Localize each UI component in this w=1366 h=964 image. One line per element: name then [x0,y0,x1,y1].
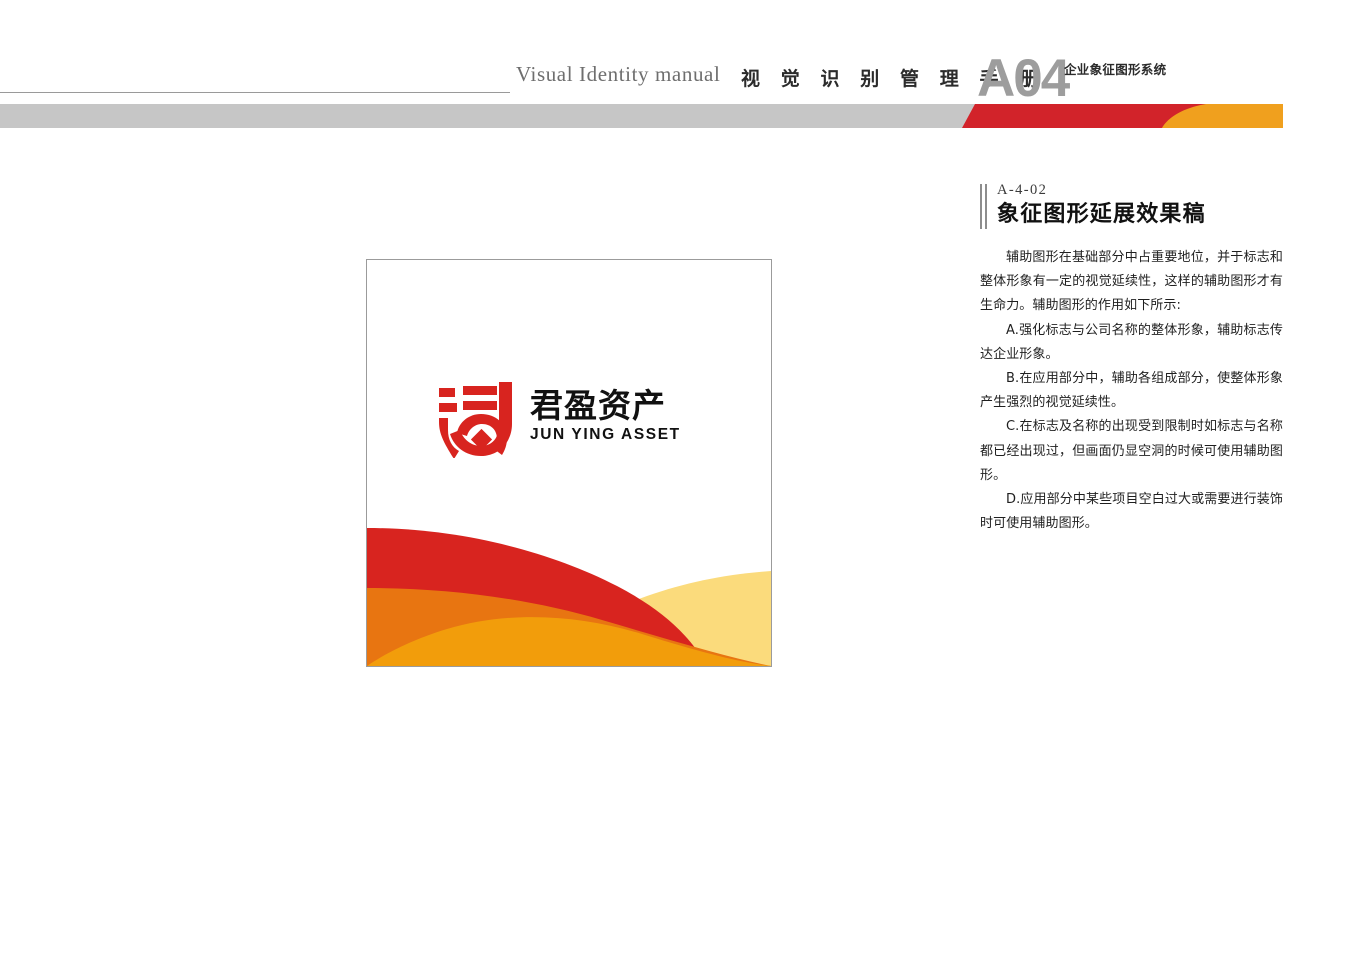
manual-title-english: Visual Identity manual [516,62,721,86]
section-code-subtitle: 企业象征图形系统 [1064,63,1167,77]
section-title: 象征图形延展效果稿 [997,202,1206,227]
section-code-large: A04 [977,49,1070,108]
body-paragraph: A.强化标志与公司名称的整体形象，辅助标志传达企业形象。 [980,322,1283,362]
logo-lockup: 君盈资产 JUN YING ASSET [437,380,699,458]
artwork-sample-card: 君盈资产 JUN YING ASSET [366,259,772,667]
body-paragraph: B.在应用部分中，辅助各组成部分，使整体形象产生强烈的视觉延续性。 [980,371,1283,411]
section-heading-block: A-4-02 象征图形延展效果稿 [980,182,1286,229]
body-paragraph: C.在标志及名称的出现受到限制时如标志与名称都已经出现过，但画面仍显空洞的时候可… [980,419,1283,483]
section-code-label: A-4-02 [997,182,1048,198]
page-header: Visual Identity manual 视 觉 识 别 管 理 手 册 A… [0,0,1366,140]
heading-accent-bar-inner [985,184,987,229]
logo-name-chinese: 君盈资产 [530,386,666,425]
band-gray-segment [0,104,1003,128]
section-info-panel: A-4-02 象征图形延展效果稿 辅助图形在基础部分中占重要地位，并于标志和整体… [980,182,1286,536]
logo-name-english: JUN YING ASSET [530,426,681,443]
logo-wordmark: 君盈资产 JUN YING ASSET [530,388,700,444]
body-paragraph: 辅助图形在基础部分中占重要地位，并于标志和整体形象有一定的视觉延续性，这样的辅助… [980,250,1283,314]
auxiliary-graphic-waves [367,516,771,666]
brand-mark-icon [437,380,515,458]
heading-accent-bar-outer [980,184,982,229]
header-color-band [0,104,1283,128]
body-paragraph: D.应用部分中某些项目空白过大或需要进行装饰时可使用辅助图形。 [980,492,1283,532]
section-body-text: 辅助图形在基础部分中占重要地位，并于标志和整体形象有一定的视觉延续性，这样的辅助… [980,246,1283,536]
